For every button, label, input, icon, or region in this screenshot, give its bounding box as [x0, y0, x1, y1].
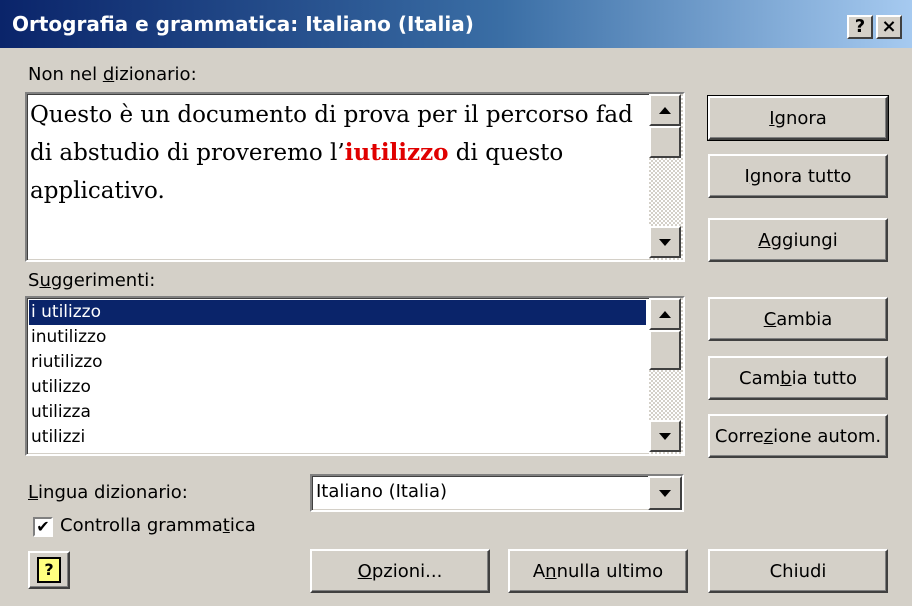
grammar-checkbox[interactable]: ✔: [33, 517, 53, 537]
text-scrollbar[interactable]: [649, 94, 683, 260]
suggestion-item[interactable]: inutilizzo: [29, 325, 646, 350]
options-button[interactable]: Opzioni...: [310, 549, 490, 593]
close-button[interactable]: Chiudi: [708, 549, 888, 593]
arrow-down-icon: [659, 432, 671, 440]
arrow-up-icon: [659, 106, 671, 114]
scroll-down-button[interactable]: [649, 226, 681, 258]
language-dropdown-button[interactable]: [648, 476, 682, 510]
close-title-button[interactable]: ×: [876, 15, 902, 39]
autocorrect-button[interactable]: Corre z ione autom.: [708, 414, 888, 458]
scroll-thumb[interactable]: [649, 330, 681, 370]
language-select-value: Italiano (Italia): [316, 481, 448, 502]
scroll-down-button[interactable]: [649, 420, 681, 452]
office-assistant-button[interactable]: ?: [28, 551, 70, 589]
suggestions-scrollbar[interactable]: [649, 298, 683, 454]
scroll-up-button[interactable]: [649, 298, 681, 330]
window-title: Ortografia e grammatica: Italiano (Itali…: [12, 12, 474, 36]
scroll-up-button[interactable]: [649, 94, 681, 126]
undo-last-button[interactable]: An nulla ultimo: [508, 549, 688, 593]
change-all-button[interactable]: Cam b ia tutto: [708, 356, 888, 400]
scroll-thumb[interactable]: [649, 126, 681, 158]
grammar-checkbox-label[interactable]: Controlla grammatica: [60, 515, 256, 536]
suggestions-label: Suggerimenti:: [28, 270, 156, 291]
ignore-all-button[interactable]: Ig nora tutto: [708, 154, 888, 198]
add-button[interactable]: Aggiungi: [708, 218, 888, 262]
suggestion-item[interactable]: utilizza: [29, 400, 646, 425]
sentence-text: Questo è un documento di prova per il pe…: [30, 102, 633, 204]
arrow-up-icon: [659, 310, 671, 318]
suggestion-item[interactable]: i utilizzo: [29, 300, 646, 325]
language-label: Lingua dizionario:: [28, 482, 188, 503]
office-assistant-icon: ?: [37, 557, 61, 583]
suggestion-item[interactable]: utilizzi: [29, 425, 646, 450]
change-button[interactable]: Cambia: [708, 297, 888, 341]
help-title-button[interactable]: ?: [847, 15, 873, 39]
not-in-dictionary-label: Non nel dizionario:: [28, 64, 197, 85]
suggestion-item[interactable]: utilizzo: [29, 375, 646, 400]
suggestions-list[interactable]: i utilizzo inutilizzo riutilizzo utilizz…: [25, 296, 685, 456]
suggestion-item[interactable]: riutilizzo: [29, 350, 646, 375]
chevron-down-icon: [659, 489, 671, 497]
arrow-down-icon: [659, 238, 671, 246]
ignore-button[interactable]: Ignora: [707, 95, 889, 141]
misspelled-word: iutilizzo: [344, 139, 449, 166]
